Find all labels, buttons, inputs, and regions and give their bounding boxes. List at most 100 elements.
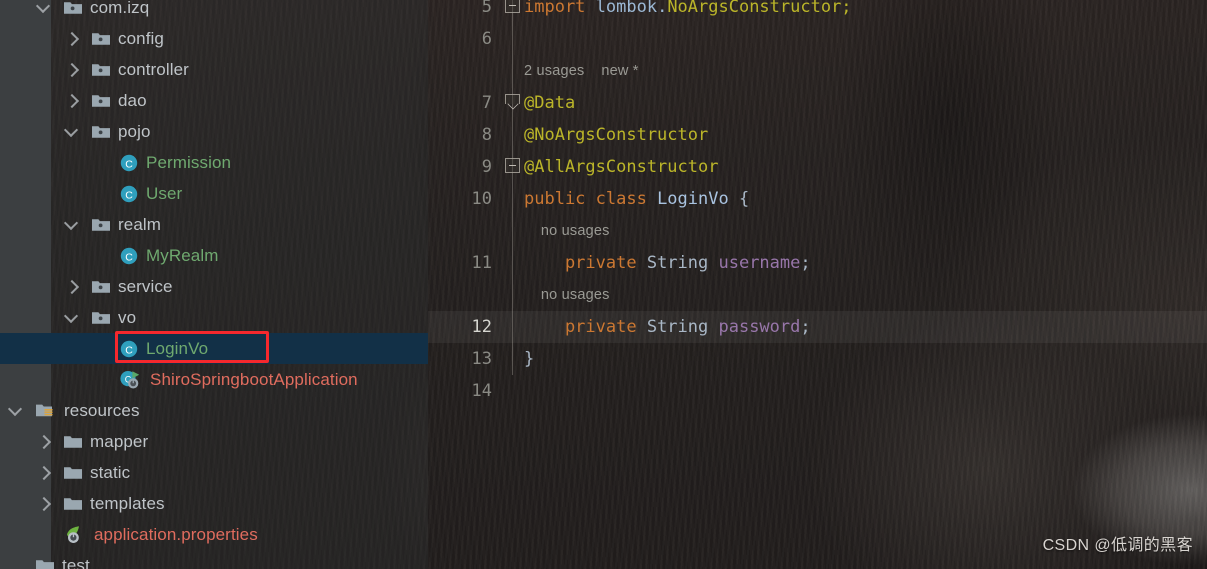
folder-icon	[64, 436, 82, 448]
tree-item-service[interactable]: service	[0, 271, 428, 302]
code-fold-gutter[interactable]	[502, 0, 524, 23]
java-class-icon: C	[120, 247, 138, 264]
indent-spacer	[0, 38, 64, 39]
chevron-down-icon[interactable]	[64, 124, 80, 140]
editor-code-line[interactable]: 7 @Data	[428, 87, 1207, 119]
fold-collapse-icon[interactable]	[505, 0, 520, 13]
chevron-down-icon[interactable]	[64, 310, 80, 326]
folder-icon	[64, 467, 82, 479]
code-fold-gutter[interactable]	[502, 215, 524, 247]
code-fold-gutter[interactable]	[502, 23, 524, 55]
chevron-right-icon[interactable]	[36, 465, 52, 481]
editor-code-line[interactable]: 13}	[428, 343, 1207, 375]
code-fold-gutter[interactable]	[502, 375, 524, 407]
tree-item-permission[interactable]: C Permission	[0, 147, 428, 178]
inlay-hint-text: no usages	[524, 287, 610, 303]
line-number: 6	[481, 29, 492, 49]
tree-item-controller[interactable]: controller	[0, 54, 428, 85]
indent-spacer	[0, 193, 92, 194]
tree-item-static[interactable]: static	[0, 457, 428, 488]
java-class-icon: C	[120, 154, 138, 171]
tree-item-shirospringbootapplication[interactable]: C ShiroSpringbootApplication	[0, 364, 428, 395]
folder-icon	[36, 560, 54, 569]
editor-code-line[interactable]: 9 @AllArgsConstructor	[428, 151, 1207, 183]
chevron-down-icon[interactable]	[8, 403, 24, 419]
chevron-down-icon[interactable]	[64, 217, 80, 233]
tree-item-myrealm[interactable]: C MyRealm	[0, 240, 428, 271]
tree-item-dao[interactable]: dao	[0, 85, 428, 116]
line-number: 11	[471, 253, 492, 273]
no-toggle-spacer	[92, 155, 108, 171]
editor-code-line[interactable]: 5 import lombok.NoArgsConstructor;	[428, 0, 1207, 23]
package-icon	[92, 126, 110, 138]
package-icon	[92, 95, 110, 107]
code-fold-gutter[interactable]	[502, 183, 524, 215]
tree-item-label: config	[118, 28, 164, 48]
editor-inlay-hint-line[interactable]: no usages	[428, 215, 1207, 247]
editor-code-line[interactable]: 12 private String password;	[428, 311, 1207, 343]
tree-item-label: vo	[118, 307, 137, 327]
code-fold-gutter[interactable]	[502, 311, 524, 343]
package-icon	[92, 33, 110, 45]
tree-item-user[interactable]: C User	[0, 178, 428, 209]
package-icon	[92, 64, 110, 76]
code-fold-gutter[interactable]	[502, 343, 524, 375]
code-fold-gutter[interactable]	[502, 247, 524, 279]
code-fold-gutter[interactable]	[502, 151, 524, 183]
tree-item-com-izq[interactable]: com.izq	[0, 0, 428, 23]
code-token: @Data	[524, 93, 576, 113]
code-token: private	[524, 317, 647, 337]
indent-spacer	[0, 317, 64, 318]
code-token: String	[646, 253, 719, 273]
editor-code-line[interactable]: 8 @NoArgsConstructor	[428, 119, 1207, 151]
tree-item-label: resources	[64, 400, 140, 420]
tree-item-vo[interactable]: vo	[0, 302, 428, 333]
chevron-right-icon[interactable]	[64, 62, 80, 78]
code-fold-gutter[interactable]	[502, 87, 524, 119]
tree-item-label: pojo	[118, 121, 151, 141]
tree-item-test[interactable]: test	[0, 550, 428, 569]
package-icon	[64, 2, 82, 14]
fold-region-arrow-icon[interactable]	[505, 94, 520, 104]
tree-item-label: User	[146, 183, 183, 203]
code-fold-gutter[interactable]	[502, 55, 524, 87]
icon-spacer	[52, 534, 63, 535]
code-token: LoginVo	[657, 189, 729, 209]
icon-spacer	[108, 255, 119, 256]
code-token: @NoArgsConstructor	[524, 125, 709, 145]
code-fold-gutter[interactable]	[502, 279, 524, 311]
chevron-right-icon[interactable]	[36, 434, 52, 450]
editor-code-line[interactable]: 10 public class LoginVo {	[428, 183, 1207, 215]
code-fold-gutter[interactable]	[502, 119, 524, 151]
chevron-right-icon[interactable]	[36, 496, 52, 512]
tree-scrollbar-track[interactable]	[410, 0, 428, 569]
tree-item-mapper[interactable]: mapper	[0, 426, 428, 457]
chevron-down-icon[interactable]	[36, 0, 52, 16]
icon-spacer	[80, 38, 91, 39]
editor-inlay-hint-line[interactable]: no usages	[428, 279, 1207, 311]
editor-code-line[interactable]: 14	[428, 375, 1207, 407]
tree-item-pojo[interactable]: pojo	[0, 116, 428, 147]
icon-spacer	[52, 472, 63, 473]
editor-inlay-hint-line[interactable]: 2 usages new *	[428, 55, 1207, 87]
chevron-right-icon[interactable]	[64, 279, 80, 295]
fold-collapse-icon[interactable]	[505, 158, 520, 173]
line-number: 9	[481, 157, 492, 177]
chevron-right-icon[interactable]	[64, 31, 80, 47]
tree-item-config[interactable]: config	[0, 23, 428, 54]
code-text: }	[524, 349, 1207, 369]
tree-item-templates[interactable]: templates	[0, 488, 428, 519]
tree-item-application-properties[interactable]: application.properties	[0, 519, 428, 550]
indent-spacer	[0, 162, 92, 163]
fold-guide-line	[512, 119, 513, 151]
tree-item-realm[interactable]: realm	[0, 209, 428, 240]
icon-spacer	[80, 69, 91, 70]
java-class-icon: C	[119, 339, 139, 359]
tree-item-resources[interactable]: resources	[0, 395, 428, 426]
code-editor[interactable]: 5 import lombok.NoArgsConstructor; 6 2 usag…	[428, 0, 1207, 569]
tree-item-loginvo[interactable]: C LoginVo	[0, 333, 428, 364]
editor-code-line[interactable]: 11 private String username;	[428, 247, 1207, 279]
editor-code-line[interactable]: 6	[428, 23, 1207, 55]
chevron-right-icon[interactable]	[64, 93, 80, 109]
fold-guide-line	[512, 311, 513, 343]
